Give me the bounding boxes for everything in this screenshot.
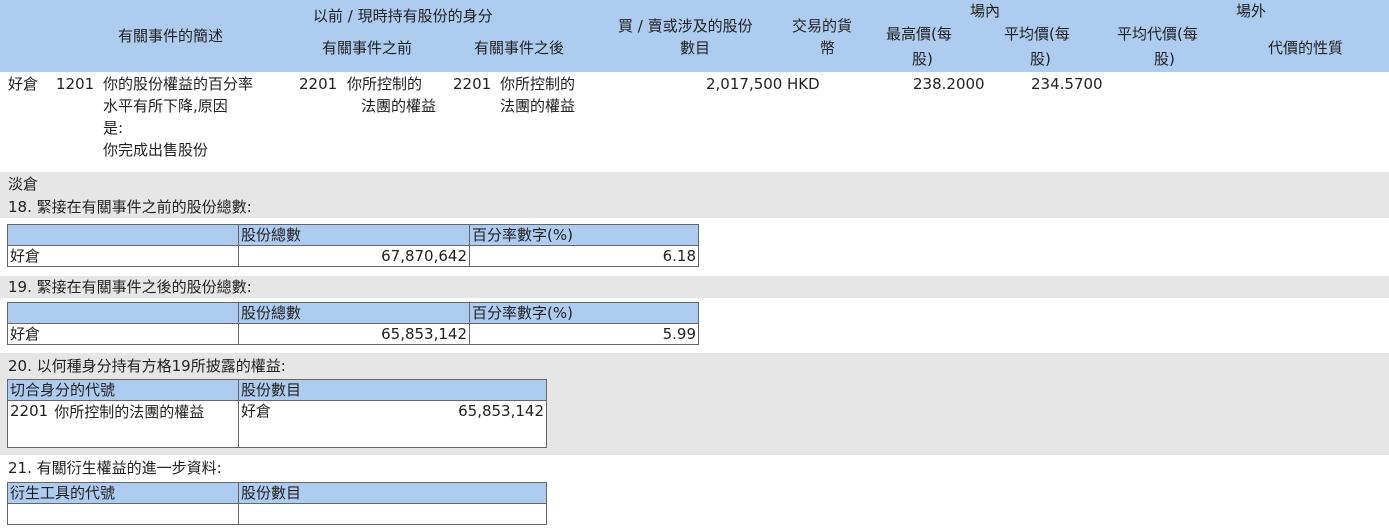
s18-pct: 6.18 (469, 245, 699, 267)
row-highest-price: 238.2000 (913, 75, 985, 93)
header-event-desc: 有關事件的簡述 (118, 27, 224, 45)
header-highest-l2: 股) (912, 50, 933, 68)
row-event-text-1: 你的股份權益的百分率 (103, 75, 254, 93)
row-after-text-2: 法團的權益 (500, 97, 576, 115)
header-shares-l1: 買 / 賣或涉及的股份 (618, 17, 753, 35)
s19-col-total: 股份總數 (238, 302, 470, 324)
s20-col-code: 切合身分的代號 (7, 379, 239, 401)
row-position: 好倉 (8, 75, 39, 93)
section-19-table: 股份總數 百分率數字(%) 好倉 65,853,142 5.99 (7, 302, 699, 345)
header-currency-l2: 幣 (820, 39, 836, 57)
s18-position: 好倉 (7, 245, 239, 267)
s19-position: 好倉 (7, 323, 239, 345)
row-average-price: 234.5700 (1031, 75, 1103, 93)
s21-col-shares: 股份數目 (238, 482, 547, 504)
s20-col-shares: 股份數目 (238, 379, 547, 401)
s20-position: 好倉 (241, 402, 272, 420)
header-avg-consideration-l2: 股) (1154, 50, 1175, 68)
header-off-exchange: 場外 (1236, 2, 1267, 20)
row-before-text-2: 法團的權益 (361, 97, 437, 115)
section-20-title: 20. 以何種身分持有方格19所披露的權益: (8, 357, 286, 375)
s20-code-text: 你所控制的法團的權益 (54, 403, 205, 421)
section-21-table: 衍生工具的代號 股份數目 (7, 482, 547, 525)
row-before-text-1: 你所控制的 (347, 75, 423, 93)
s18-col-total: 股份總數 (238, 224, 470, 246)
header-currency-l1: 交易的貨 (792, 17, 853, 35)
s18-col-pct: 百分率數字(%) (469, 224, 699, 246)
s20-shares: 65,853,142 (458, 402, 544, 420)
row-event-code: 1201 (56, 75, 95, 93)
section-20-table: 切合身分的代號 股份數目 2201 你所控制的法團的權益 好倉 65,853,1… (7, 379, 547, 448)
s21-empty-cell (238, 503, 547, 525)
header-highest-l1: 最高價(每 (886, 25, 952, 43)
header-before: 有關事件之前 (322, 39, 413, 57)
section-19-band: 19. 緊接在有關事件之後的股份總數: (0, 276, 1389, 298)
row-event-text-3: 是: (103, 119, 124, 137)
s19-total: 65,853,142 (238, 323, 470, 345)
header-consideration-nature: 代價的性質 (1268, 39, 1344, 57)
header-on-exchange: 場內 (970, 2, 1001, 20)
row-after-code: 2201 (453, 75, 492, 93)
s20-code: 2201 (10, 402, 49, 420)
s21-empty-cell (7, 503, 239, 525)
short-position-label: 淡倉 (8, 175, 39, 193)
table-row: 好倉 1201 你的股份權益的百分率 水平有所下降,原因 是: 你完成出售股份 … (0, 72, 1389, 172)
row-before-code: 2201 (299, 75, 338, 93)
section-18-title: 18. 緊接在有關事件之前的股份總數: (8, 198, 252, 216)
short-position-band: 淡倉 18. 緊接在有關事件之前的股份總數: (0, 172, 1389, 218)
header-shares-l2: 數目 (680, 39, 711, 57)
row-currency: HKD (787, 75, 820, 93)
row-event-text-4: 你完成出售股份 (103, 141, 209, 159)
section-18-table: 股份總數 百分率數字(%) 好倉 67,870,642 6.18 (7, 224, 699, 267)
header-capacity-title: 以前 / 現時持有股份的身分 (313, 7, 493, 25)
s19-col-pct: 百分率數字(%) (469, 302, 699, 324)
header-average-l1: 平均價(每 (1004, 25, 1070, 43)
section-21-title: 21. 有關衍生權益的進一步資料: (8, 459, 222, 477)
row-event-text-2: 水平有所下降,原因 (103, 97, 228, 115)
header-average-l2: 股) (1030, 50, 1051, 68)
section-19-title: 19. 緊接在有關事件之後的股份總數: (8, 278, 252, 296)
row-after-text-1: 你所控制的 (500, 75, 576, 93)
header-after: 有關事件之後 (474, 39, 565, 57)
table-header: 有關事件的簡述 以前 / 現時持有股份的身分 有關事件之前 有關事件之後 買 /… (0, 0, 1389, 72)
s21-col-code: 衍生工具的代號 (7, 482, 239, 504)
row-shares: 2,017,500 (706, 75, 783, 93)
s19-pct: 5.99 (469, 323, 699, 345)
s18-total: 67,870,642 (238, 245, 470, 267)
header-avg-consideration-l1: 平均代價(每 (1117, 25, 1198, 43)
